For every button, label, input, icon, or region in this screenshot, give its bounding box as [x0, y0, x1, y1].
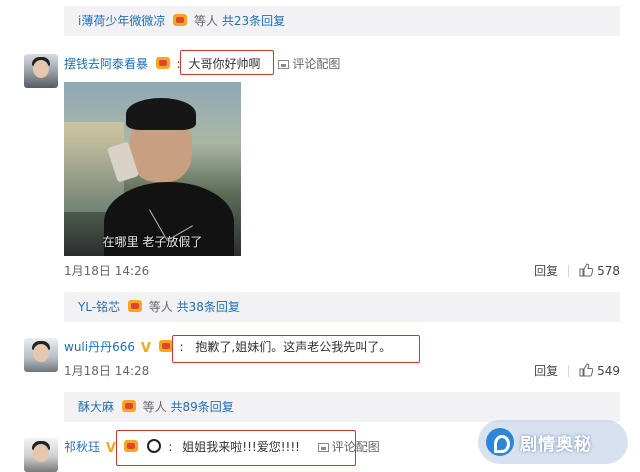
picture-icon [278, 60, 290, 69]
reply-button[interactable]: 回复 [534, 263, 558, 279]
comment-timestamp: 1月18日 14:28 [64, 364, 150, 378]
vip-icon: V [140, 341, 151, 356]
reply-count-link[interactable]: 共23条回复 [222, 14, 285, 28]
watermark-text: 剧情奥秘 [520, 434, 592, 455]
highlight-box [116, 430, 356, 466]
reply-suffix: 等人 [194, 14, 219, 28]
avatar[interactable] [24, 438, 58, 472]
comment-feed: i薄荷少年微微凉 等人 共23条回复 摆钱去阿泰看暴 : 大哥你好帅啊 评论配图… [0, 0, 640, 472]
thumbs-up-icon [579, 363, 594, 377]
reply-suffix: 等人 [142, 400, 167, 414]
reply-suffix: 等人 [148, 300, 173, 314]
image-caption: 在哪里 老子放假了 [102, 235, 203, 249]
vip-icon: V [105, 441, 116, 456]
member-badge-icon [173, 14, 188, 26]
reply-count-link[interactable]: 共38条回复 [177, 300, 240, 314]
comment-username[interactable]: 摆钱去阿泰看暴 [64, 57, 148, 71]
avatar[interactable] [24, 338, 58, 372]
thumbs-up-icon [579, 263, 594, 277]
comment-actions: 回复 578 [534, 263, 620, 279]
reply-summary-bar[interactable]: 酥大麻 等人 共89条回复 [64, 392, 620, 422]
comment-pic-label: 评论配图 [292, 57, 341, 71]
reply-user-link[interactable]: YL-铭芯 [78, 300, 120, 314]
comment-username[interactable]: 祁秋珏 [64, 440, 100, 454]
avatar[interactable] [24, 54, 58, 88]
reply-count-link[interactable]: 共89条回复 [171, 400, 234, 414]
reply-user-link[interactable]: 酥大麻 [78, 400, 114, 414]
comment-image[interactable]: 在哪里 老子放假了 [64, 82, 241, 256]
reply-button[interactable]: 回复 [534, 363, 558, 379]
watermark-logo-icon [486, 428, 514, 456]
comment-timestamp: 1月18日 14:26 [64, 264, 150, 278]
like-button[interactable]: 578 [579, 263, 620, 279]
member-badge-icon [127, 300, 142, 312]
like-button[interactable]: 549 [579, 363, 620, 379]
highlight-box [180, 50, 274, 75]
reply-user-link[interactable]: i薄荷少年微微凉 [78, 14, 165, 28]
site-watermark: 剧情奥秘 [478, 420, 628, 464]
member-badge-icon [155, 57, 170, 69]
member-badge-icon [121, 400, 136, 412]
reply-summary-bar[interactable]: YL-铭芯 等人 共38条回复 [64, 292, 620, 322]
comment-pic-link[interactable]: 评论配图 [278, 57, 340, 71]
like-count: 578 [597, 264, 620, 278]
comment-actions: 回复 549 [534, 363, 620, 379]
member-badge-icon [158, 340, 173, 352]
reply-summary-bar[interactable]: i薄荷少年微微凉 等人 共23条回复 [64, 6, 620, 36]
comment-username[interactable]: wuli丹丹666 [64, 340, 135, 354]
divider [568, 365, 570, 377]
highlight-box [172, 335, 420, 363]
divider [568, 265, 570, 277]
like-count: 549 [597, 364, 620, 378]
